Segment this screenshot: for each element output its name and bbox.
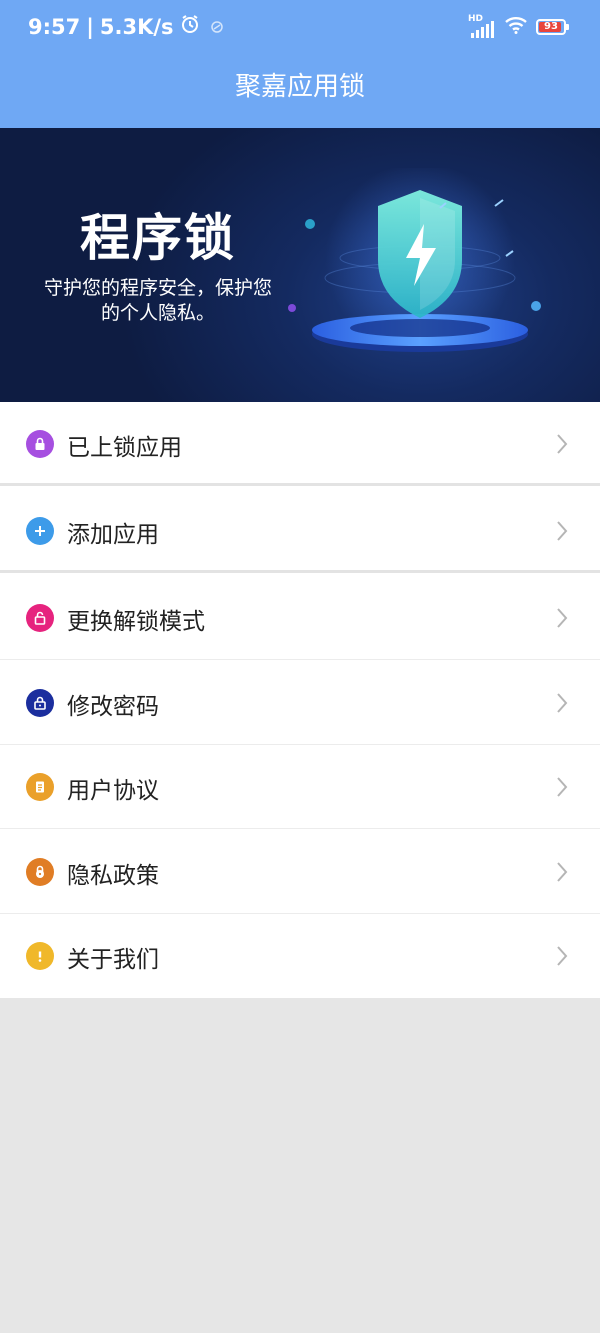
app-header: 9:57 | 5.3K/s HD 93 聚嘉应用锁 [0,0,600,128]
plus-icon [26,517,54,545]
chevron-right-icon [557,434,568,454]
battery-icon: 93 [536,19,569,35]
document-icon [26,773,54,801]
menu-item-label: 添加应用 [67,522,159,548]
menu-item-label: 更换解锁模式 [67,609,205,635]
promo-banner: 程序锁 守护您的程序安全，保护您的个人隐私。 [0,128,600,402]
chevron-right-icon [557,862,568,882]
menu-item-label: 修改密码 [67,694,159,720]
wifi-icon [504,16,528,38]
menu-item-label: 用户协议 [67,778,159,804]
menu-item-user-agreement[interactable]: 用户协议 [0,745,600,829]
menu-item-change-password[interactable]: 修改密码 [0,661,600,745]
chevron-right-icon [557,777,568,797]
chevron-right-icon [557,521,568,541]
status-left: 9:57 | 5.3K/s [28,14,224,39]
lock-icon [26,430,54,458]
status-time: 9:57 [28,14,81,39]
alarm-icon [180,14,200,39]
banner-subtitle: 守护您的程序安全，保护您的个人隐私。 [43,277,272,324]
banner-title: 程序锁 [80,209,236,267]
password-lock-icon [26,689,54,717]
status-right: HD 93 [468,14,569,38]
menu-item-label: 关于我们 [67,947,159,973]
menu-item-about-us[interactable]: 关于我们 [0,914,600,998]
menu-item-locked-apps[interactable]: 已上锁应用 [0,402,600,486]
chevron-right-icon [557,693,568,713]
privacy-lock-icon [26,858,54,886]
network-speed: 5.3K/s [99,14,174,39]
chevron-right-icon [557,946,568,966]
status-separator: | [86,14,94,39]
page-title: 聚嘉应用锁 [234,72,365,102]
info-icon [26,942,54,970]
shield-illustration [288,168,541,353]
menu-item-label: 隐私政策 [67,863,159,889]
menu-item-label: 已上锁应用 [67,435,182,461]
unlock-icon [26,604,54,632]
menu-item-privacy-policy[interactable]: 隐私政策 [0,830,600,914]
notification-icon [210,15,224,39]
menu-item-add-app[interactable]: 添加应用 [0,489,600,573]
signal-icon: HD [468,14,496,38]
settings-menu: 已上锁应用 添加应用 更换解锁模式 修改密码 用户协议 隐私政策 关于我们 [0,402,600,998]
chevron-right-icon [557,608,568,628]
battery-level: 93 [544,21,558,32]
status-bar: 9:57 | 5.3K/s HD 93 [0,0,600,58]
menu-item-unlock-mode[interactable]: 更换解锁模式 [0,576,600,660]
